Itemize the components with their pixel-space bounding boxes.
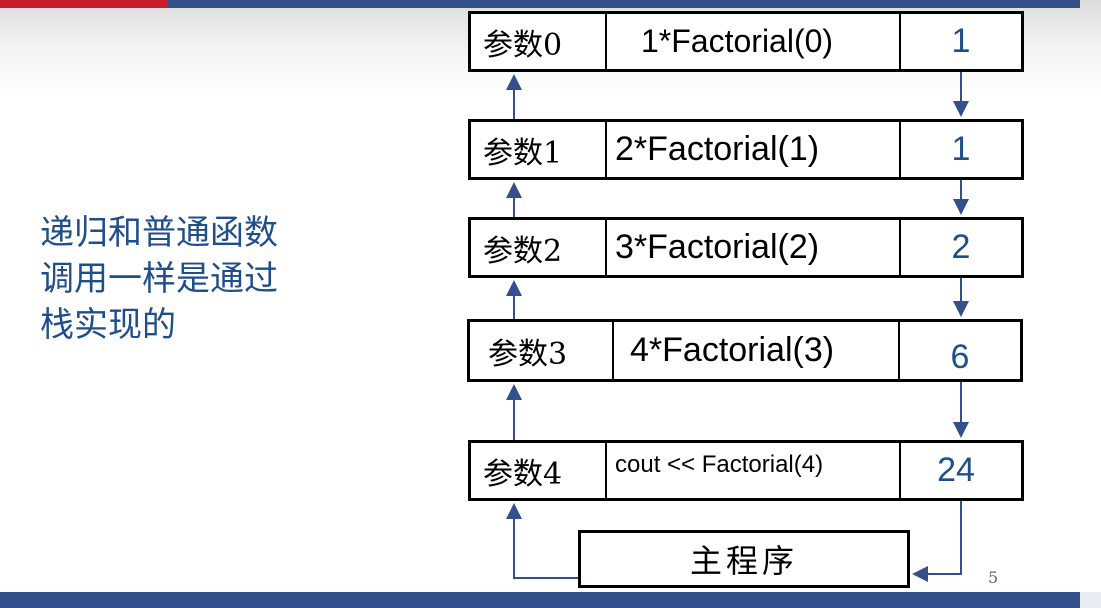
call-arrow-main-to-4	[506, 503, 578, 579]
return-arrow-4-to-main	[912, 501, 962, 582]
flow-arrows	[506, 72, 969, 582]
